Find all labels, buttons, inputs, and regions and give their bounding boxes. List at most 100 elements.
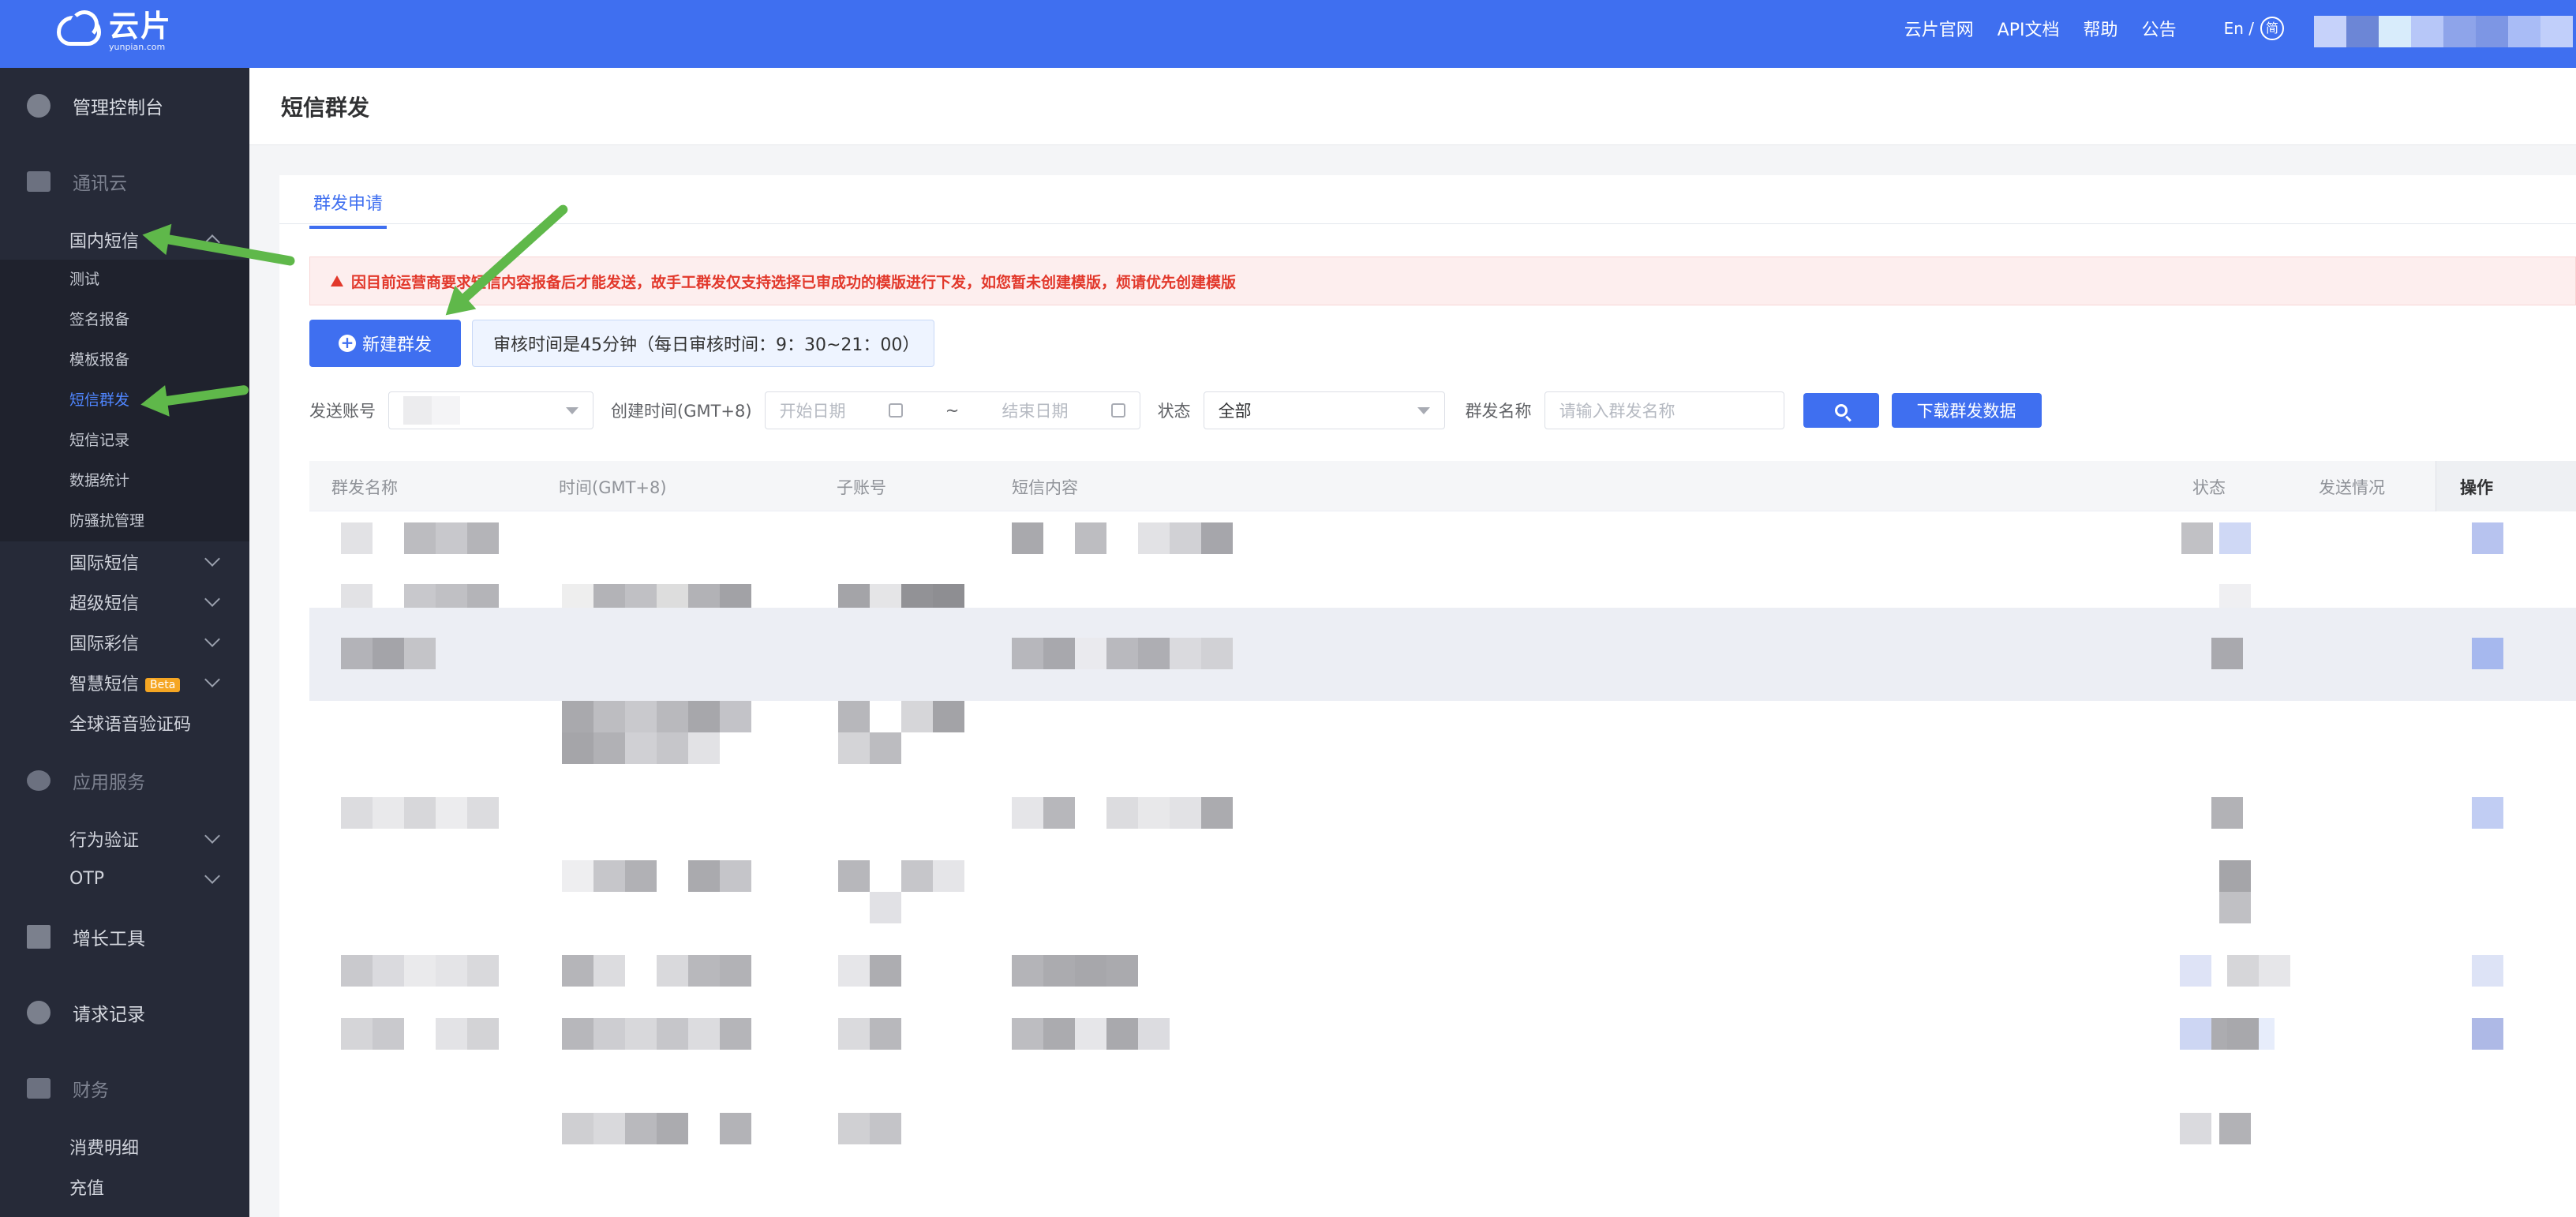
nav-help[interactable]: 帮助 xyxy=(2084,16,2118,41)
chevron-down-icon xyxy=(204,590,220,607)
col-bulk-name: 群发名称 xyxy=(331,478,398,497)
beta-badge: Beta xyxy=(145,677,181,692)
language-switch[interactable]: En / 简 xyxy=(2200,17,2284,40)
search-icon xyxy=(1834,404,1848,417)
sidebar-item-template[interactable]: 模板报备 xyxy=(0,340,249,380)
sidebar-group-intl-sms[interactable]: 国际短信 xyxy=(0,541,249,582)
sidebar-section-comm: 通讯云 xyxy=(0,144,249,219)
bulk-name-input[interactable]: 请输入群发名称 xyxy=(1544,391,1784,429)
group-label: 超级短信 xyxy=(69,594,140,614)
account-label: 发送账号 xyxy=(309,402,376,421)
main-content: 短信群发 群发申请 因目前运营商要求短信内容报备后才能发送，故手工群发仅支持选择… xyxy=(249,68,2576,1217)
sidebar-section-finance: 财务 xyxy=(0,1050,249,1126)
group-label: 国际彩信 xyxy=(69,634,140,654)
warning-alert: 因目前运营商要求短信内容报备后才能发送，故手工群发仅支持选择已审成功的模版进行下… xyxy=(309,257,2576,305)
sidebar-item-bulk-sms[interactable]: 短信群发 xyxy=(0,380,249,421)
new-bulk-button[interactable]: + 新建群发 xyxy=(309,320,461,367)
sidebar-group-super-sms[interactable]: 超级短信 xyxy=(0,582,249,622)
sidebar-item-dashboard[interactable]: 管理控制台 xyxy=(0,68,249,144)
chevron-down-icon xyxy=(204,867,220,884)
nav-api-docs[interactable]: API文档 xyxy=(1998,16,2060,41)
col-sub-account: 子账号 xyxy=(837,478,886,497)
sidebar-group-domestic-sms[interactable]: 国内短信 xyxy=(0,219,249,260)
sidebar-item-test[interactable]: 测试 xyxy=(0,260,249,300)
section-label: 应用服务 xyxy=(73,773,145,793)
table-body xyxy=(309,511,2576,1217)
sidebar-item-voice-code[interactable]: 全球语音验证码 xyxy=(0,702,249,743)
status-select[interactable]: 全部 xyxy=(1203,391,1445,429)
group-label: 国内短信 xyxy=(69,231,140,252)
chevron-down-icon xyxy=(204,827,220,844)
sidebar-item-request-log[interactable]: 请求记录 xyxy=(0,975,249,1050)
group-label: 全球语音验证码 xyxy=(69,714,192,735)
chevron-down-icon xyxy=(204,631,220,647)
logo-subtitle: yunpian.com xyxy=(109,41,166,52)
button-label: 新建群发 xyxy=(361,335,432,355)
table-row[interactable] xyxy=(309,701,2576,797)
domestic-sms-submenu: 测试 签名报备 模板报备 短信群发 短信记录 数据统计 防骚扰管理 xyxy=(0,260,249,541)
sidebar-item-signature[interactable]: 签名报备 xyxy=(0,300,249,340)
top-bar: 云片 yunpian.com 云片官网 API文档 帮助 公告 En / 简 xyxy=(0,0,2576,68)
search-button[interactable] xyxy=(1803,393,1879,428)
tab-bulk-apply[interactable]: 群发申请 xyxy=(309,189,387,229)
table-header: 群发名称 时间(GMT+8) 子账号 短信内容 状态 发送情况 操作 xyxy=(309,461,2576,511)
lang-en[interactable]: En / xyxy=(2224,19,2254,38)
tab-bar: 群发申请 xyxy=(279,175,2576,229)
col-status: 状态 xyxy=(2192,478,2226,497)
group-label: OTP xyxy=(69,869,105,889)
review-time-notice: 审核时间是45分钟（每日审核时间：9：30~21：00） xyxy=(472,320,934,367)
sidebar-item-consumption[interactable]: 消费明细 xyxy=(0,1126,249,1166)
sidebar: 管理控制台 通讯云 国内短信 测试 签名报备 模板报备 短信群发 短信记录 数据… xyxy=(0,68,249,1217)
sidebar-group-intl-mms[interactable]: 国际彩信 xyxy=(0,622,249,662)
filter-bar: 发送账号 创建时间(GMT+8) 开始日期 ~ 结束日期 状态 全部 群发名称 … xyxy=(309,390,2576,431)
start-date-input[interactable]: 开始日期 xyxy=(780,399,846,422)
table-row[interactable] xyxy=(309,860,2576,957)
logo[interactable]: 云片 yunpian.com xyxy=(57,6,172,55)
col-time: 时间(GMT+8) xyxy=(559,478,667,497)
plus-circle-icon: + xyxy=(338,335,356,352)
lang-zh[interactable]: 简 xyxy=(2260,17,2284,40)
download-button[interactable]: 下载群发数据 xyxy=(1891,393,2042,428)
status-value: 全部 xyxy=(1218,402,1252,421)
page-title: 短信群发 xyxy=(249,68,2576,145)
bulk-name-label: 群发名称 xyxy=(1465,402,1532,421)
end-date-input[interactable]: 结束日期 xyxy=(1002,399,1068,422)
sidebar-group-otp[interactable]: OTP xyxy=(0,859,249,899)
dashboard-icon xyxy=(27,94,51,118)
col-sms-content: 短信内容 xyxy=(1012,478,1078,497)
sidebar-group-smart-sms[interactable]: 智慧短信 Beta xyxy=(0,662,249,702)
sidebar-item-anti-harass[interactable]: 防骚扰管理 xyxy=(0,501,249,541)
date-range-picker[interactable]: 开始日期 ~ 结束日期 xyxy=(764,391,1140,429)
section-label: 通讯云 xyxy=(73,174,127,194)
table-row[interactable] xyxy=(309,1018,2576,1114)
apps-icon xyxy=(27,770,51,791)
content-card: 群发申请 因目前运营商要求短信内容报备后才能发送，故手工群发仅支持选择已审成功的… xyxy=(279,175,2576,1217)
grid-icon xyxy=(27,925,51,949)
calendar-icon xyxy=(888,403,903,418)
status-label: 状态 xyxy=(1157,402,1191,421)
chevron-down-icon xyxy=(204,671,220,687)
sidebar-item-sms-records[interactable]: 短信记录 xyxy=(0,421,249,461)
sidebar-item-statistics[interactable]: 数据统计 xyxy=(0,461,249,501)
nav-announcement[interactable]: 公告 xyxy=(2142,16,2177,41)
table-row[interactable] xyxy=(309,1113,2576,1209)
col-actions: 操作 xyxy=(2436,461,2576,511)
sidebar-item-growth-tools[interactable]: 增长工具 xyxy=(0,899,249,975)
sidebar-label: 管理控制台 xyxy=(73,98,163,118)
col-send-status: 发送情况 xyxy=(2319,478,2385,497)
group-label: 智慧短信 xyxy=(69,674,140,695)
created-time-label: 创建时间(GMT+8) xyxy=(611,402,752,421)
group-label: 消费明细 xyxy=(69,1138,140,1159)
group-label: 充值 xyxy=(69,1178,105,1199)
account-select[interactable] xyxy=(388,391,593,429)
nav-official-site[interactable]: 云片官网 xyxy=(1904,16,1974,41)
sidebar-label: 请求记录 xyxy=(73,1005,145,1025)
sidebar-label: 增长工具 xyxy=(73,929,145,949)
table-row-highlighted[interactable] xyxy=(309,608,2576,701)
top-nav: 云片官网 API文档 帮助 公告 En / 简 xyxy=(1881,16,2284,41)
wallet-icon xyxy=(27,1078,51,1099)
caret-down-icon xyxy=(1417,406,1430,414)
sidebar-item-recharge[interactable]: 充值 xyxy=(0,1166,249,1207)
sidebar-group-behavior-verify[interactable]: 行为验证 xyxy=(0,818,249,859)
range-separator: ~ xyxy=(945,401,960,420)
